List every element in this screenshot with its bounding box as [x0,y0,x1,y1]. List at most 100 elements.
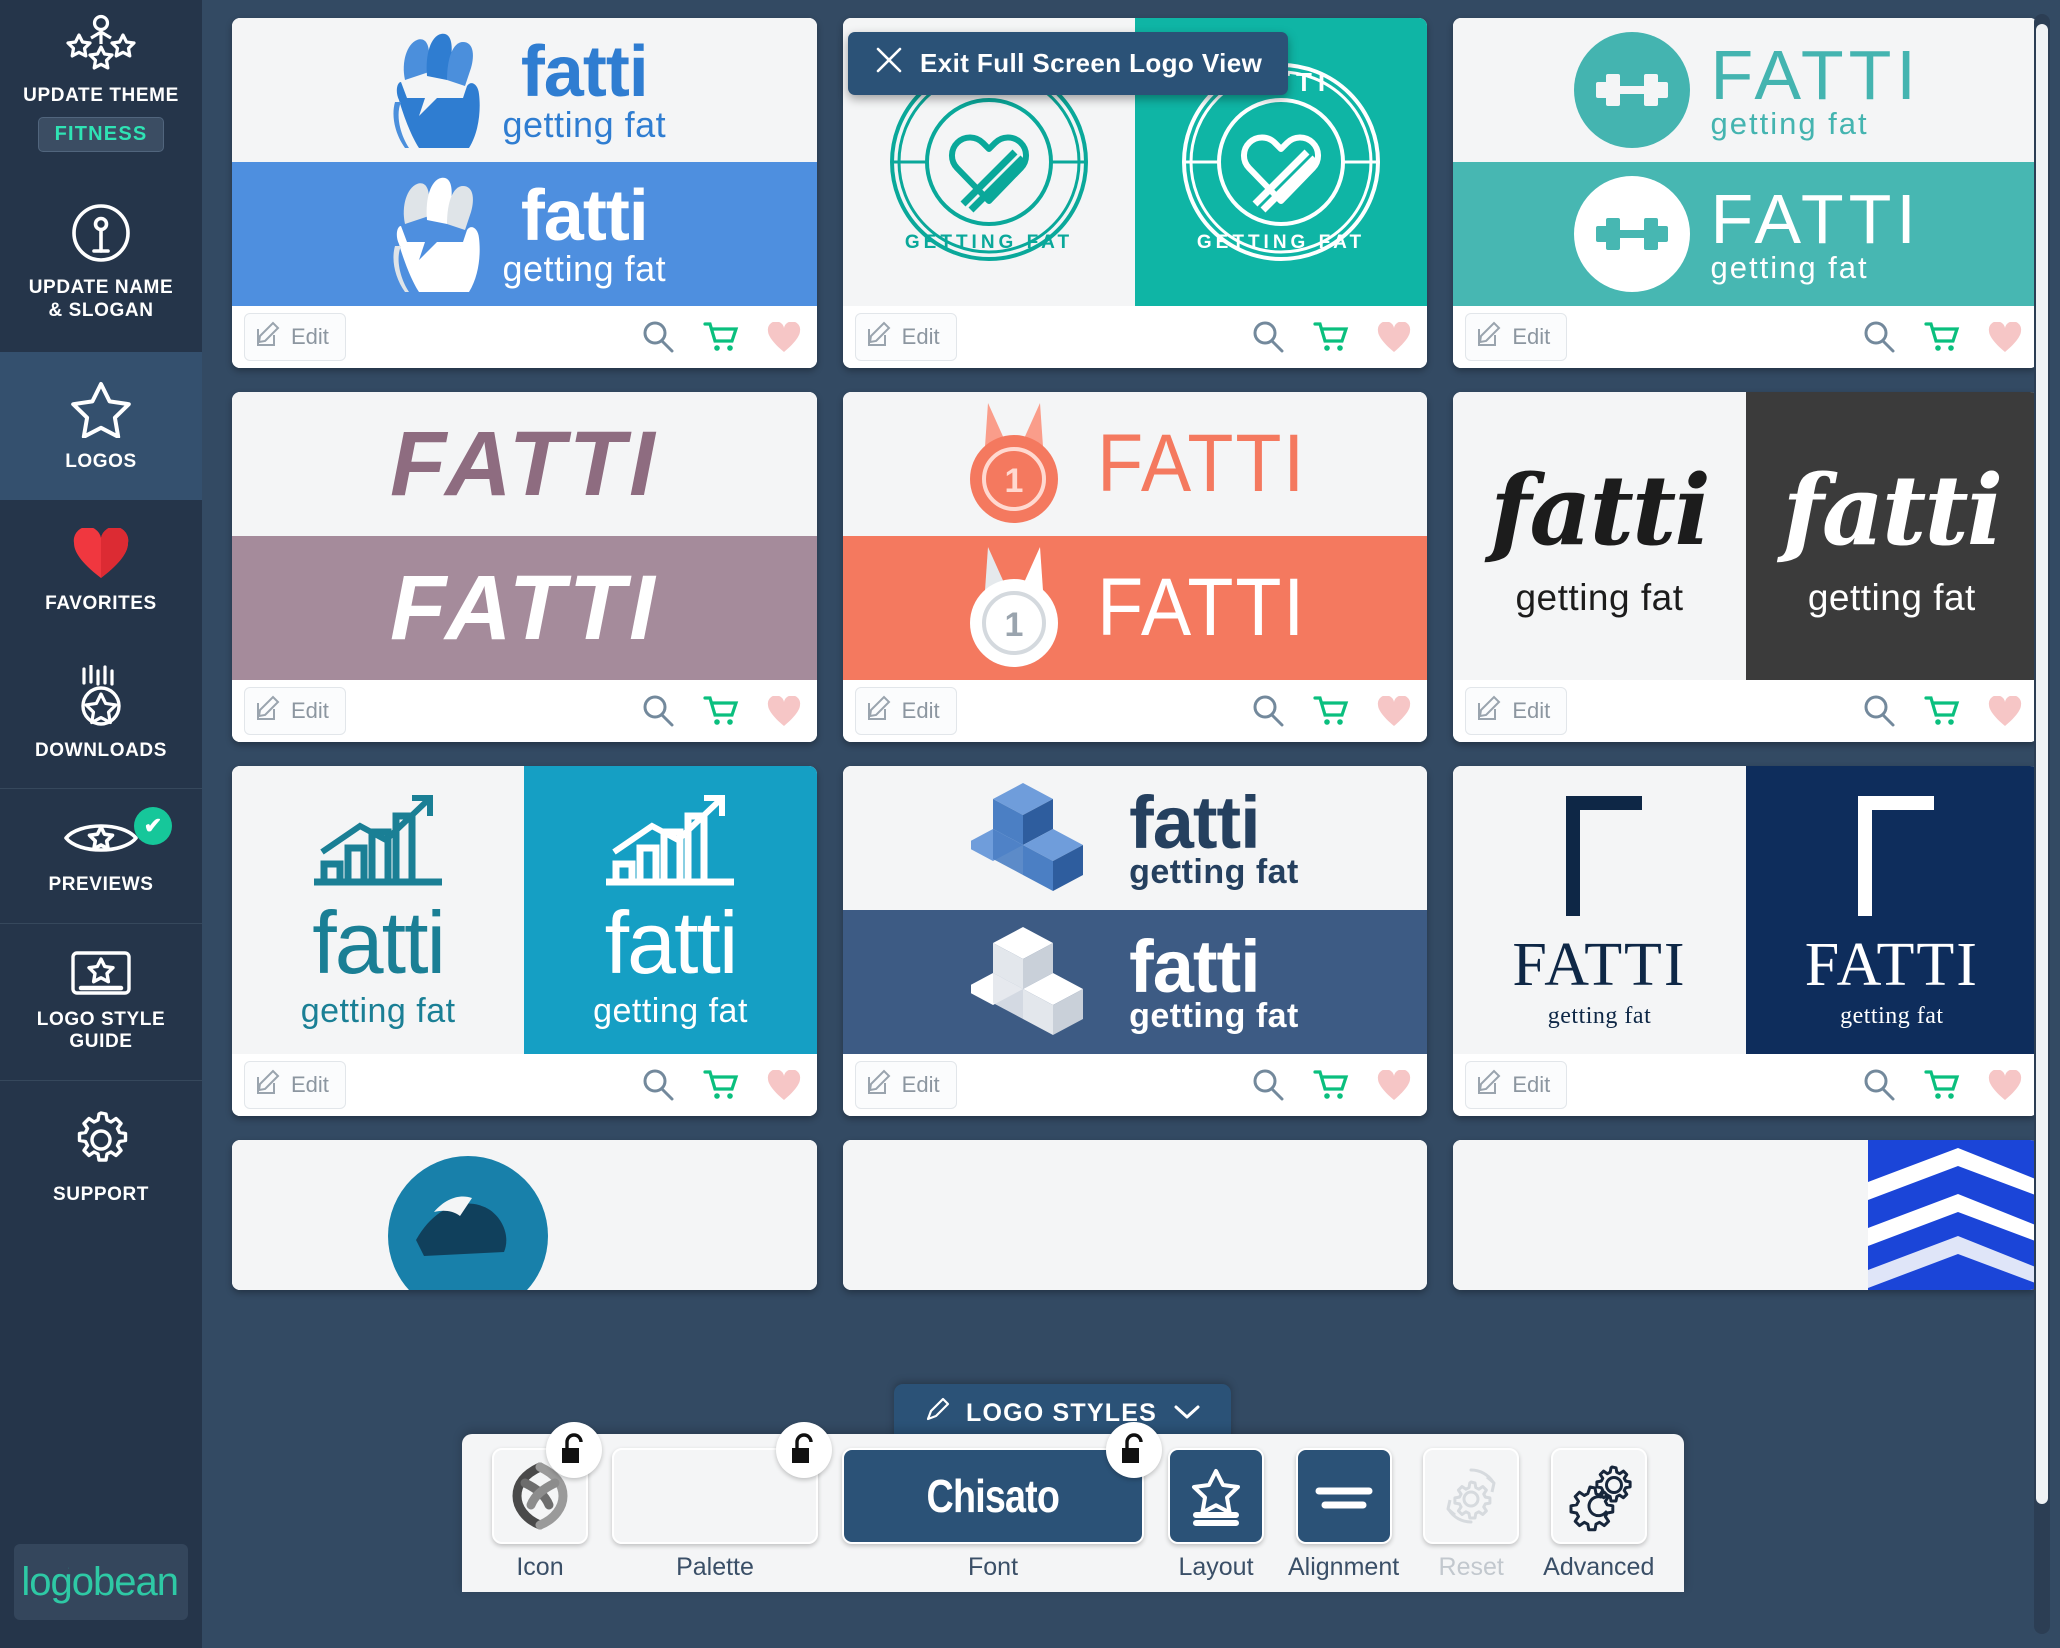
logo-card[interactable]: fatti getting fat fatti getting fat Edit [232,18,817,368]
shopping-cart-icon[interactable] [1313,321,1349,353]
logo-preview[interactable]: FATTI FATTI [232,392,817,680]
advanced-gears-icon[interactable] [1550,1448,1647,1544]
raised-fist-icon [392,33,480,148]
tool-palette[interactable]: Palette [600,1422,832,1592]
edit-label: Edit [1512,324,1551,349]
logo-variant-light: FATTI getting fat [1453,18,2038,162]
logo-variant-light: fatti getting fat [232,18,817,162]
unlocked-padlock-icon[interactable] [546,1422,602,1478]
sidebar-item-logo-style-guide[interactable]: LOGO STYLE GUIDE [0,924,202,1080]
logo-card[interactable]: FATTI getting fat FATTI getting fat Edit [1453,18,2038,368]
unlocked-padlock-icon[interactable] [1106,1422,1162,1478]
close-x-icon[interactable] [874,45,904,82]
shopping-cart-icon[interactable] [1924,1069,1960,1101]
exit-fullscreen-banner[interactable]: Exit Full Screen Logo View [848,32,1289,95]
heart-icon[interactable] [767,321,801,353]
magnifier-icon[interactable] [1251,320,1285,354]
tool-advanced[interactable]: Advanced [1531,1448,1666,1592]
logo-preview[interactable]: fatti getting fat fatti getting fat [232,766,817,1054]
shopping-cart-icon[interactable] [703,695,739,727]
logo-preview[interactable]: FATTI getting fat FATTI getting fat [1453,18,2038,306]
shopping-cart-icon[interactable] [703,321,739,353]
magnifier-icon[interactable] [1251,1068,1285,1102]
sidebar-item-support[interactable]: SUPPORT [0,1081,202,1232]
sidebar-item-update-theme[interactable]: UPDATE THEME FITNESS [0,0,202,168]
tool-label: Palette [676,1553,754,1581]
sidebar-item-logos[interactable]: LOGOS [0,352,202,500]
logobean-brand[interactable]: logobean [14,1544,188,1620]
logo-card[interactable]: FATTI getting fat FATTI getting fat Edit [1453,766,2038,1116]
magnifier-icon[interactable] [1862,1068,1896,1102]
tool-font[interactable]: Chisato Font [830,1422,1162,1592]
logo-preview[interactable]: FATTI getting fat FATTI getting fat [1453,766,2038,1054]
shopping-cart-icon[interactable] [1924,695,1960,727]
logo-card[interactable] [232,1140,817,1290]
edit-button[interactable]: Edit [1465,1061,1568,1109]
shopping-cart-icon[interactable] [703,1069,739,1101]
tool-layout[interactable]: Layout [1156,1448,1276,1592]
edit-button[interactable]: Edit [854,1061,957,1109]
tool-icon[interactable]: Icon [480,1422,602,1592]
sidebar-item-downloads[interactable]: DOWNLOADS [0,641,202,788]
logo-card[interactable]: fatti getting fat fatti getting fat Edit [232,766,817,1116]
logo-variant-light: 1 FATTI [842,392,1428,536]
logo-card[interactable]: FATTI FATTI Edit [232,392,817,742]
reset-gear-icon[interactable] [1423,1448,1520,1544]
shopping-cart-icon[interactable] [1313,695,1349,727]
font-swatch[interactable]: Chisato [842,1448,1144,1544]
card-action-bar: Edit [1453,306,2038,368]
heart-icon[interactable] [1377,1069,1411,1101]
tool-label: Layout [1178,1553,1254,1581]
edit-button[interactable]: Edit [1465,313,1568,361]
logo-variant-light: FATTI [232,392,817,536]
magnifier-icon[interactable] [641,1068,675,1102]
magnifier-icon[interactable] [641,694,675,728]
shopping-cart-icon[interactable] [1313,1069,1349,1101]
edit-button[interactable]: Edit [854,313,957,361]
sidebar-item-update-name[interactable]: UPDATE NAME & SLOGAN [0,168,202,352]
card-action-bar: Edit [842,306,1428,368]
logo-card[interactable] [1453,1140,2038,1290]
magnifier-icon[interactable] [1862,694,1896,728]
logo-slogan: getting fat [1129,853,1299,891]
scrollbar-thumb[interactable] [2036,24,2048,1504]
shopping-cart-icon[interactable] [1924,321,1960,353]
heart-icon[interactable] [1988,695,2022,727]
logo-grid-area: fatti getting fat fatti getting fat Edit… [202,0,2060,1648]
heart-icon[interactable] [1988,321,2022,353]
style-guide-icon [70,950,132,1001]
layout-star-icon[interactable] [1168,1448,1264,1544]
sidebar-item-favorites[interactable]: FAVORITES [0,500,202,641]
edit-button[interactable]: Edit [244,313,346,361]
heart-icon[interactable] [767,1069,801,1101]
logo-card[interactable] [842,1140,1428,1290]
magnifier-icon[interactable] [1862,320,1896,354]
logo-preview[interactable]: fatti getting fat fatti getting fat [1453,392,2038,680]
logo-preview[interactable]: fatti getting fat fatti getting fat [842,766,1428,1054]
tool-reset[interactable]: Reset [1411,1448,1531,1592]
logo-card[interactable]: fatti getting fat fatti getting fat Edit [1453,392,2038,742]
logo-variant-color: FATTI getting fat [1453,162,2038,306]
logo-card[interactable]: 1 FATTI 1 FATTI Edit [842,392,1428,742]
heart-icon[interactable] [1377,321,1411,353]
sidebar-item-previews[interactable]: ✔ PREVIEWS [0,789,202,922]
magnifier-icon[interactable] [641,320,675,354]
heart-icon[interactable] [1377,695,1411,727]
edit-button[interactable]: Edit [1465,687,1568,735]
alignment-lines-icon[interactable] [1295,1448,1392,1544]
magnifier-icon[interactable] [1251,694,1285,728]
logo-preview[interactable]: fatti getting fat fatti getting fat [232,18,817,306]
heart-icon[interactable] [1988,1069,2022,1101]
heart-icon[interactable] [767,695,801,727]
edit-button[interactable]: Edit [854,687,957,735]
logo-card[interactable]: fatti getting fat fatti getting fat Edit [842,766,1428,1116]
edit-button[interactable]: Edit [244,687,346,735]
logo-slogan: getting fat [502,104,667,146]
theme-badge[interactable]: FITNESS [37,117,165,153]
tool-alignment[interactable]: Alignment [1276,1448,1411,1592]
edit-pencil-icon [866,694,894,728]
logo-preview[interactable]: 1 FATTI 1 FATTI [842,392,1428,680]
unlocked-padlock-icon[interactable] [776,1422,832,1478]
vertical-scrollbar[interactable] [2034,14,2050,1634]
edit-button[interactable]: Edit [244,1061,346,1109]
